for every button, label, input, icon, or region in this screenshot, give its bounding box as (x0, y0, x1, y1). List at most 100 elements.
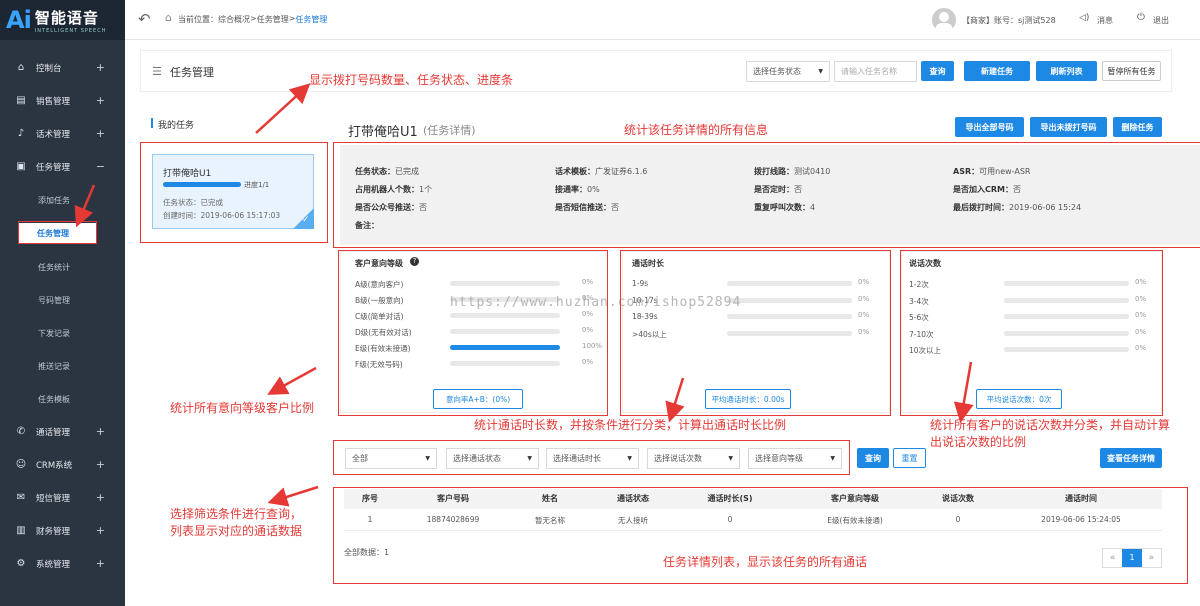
new-task-button[interactable]: 新建任务 (964, 61, 1030, 81)
sidebar-item-crm[interactable]: ☺ CRM系统 + (0, 448, 125, 481)
view-task-detail-button[interactable]: 查看任务详情 (1100, 448, 1162, 468)
home-icon: ⌂ (165, 11, 172, 24)
breadcrumb-sep: > (288, 14, 296, 23)
sidebar-item-calls[interactable]: ✆ 通话管理 + (0, 415, 125, 448)
wallet-icon: ▥ (16, 525, 26, 536)
arrow-1 (255, 83, 311, 134)
detail-title: 打带俺哈U1 (348, 125, 418, 140)
expand-icon: + (95, 425, 105, 438)
sidebar-item-finance[interactable]: ▥ 财务管理 + (0, 514, 125, 547)
sidebar-item-scripts[interactable]: ♪ 话术管理 + (0, 117, 125, 150)
breadcrumb-prefix: 当前位置： (178, 15, 218, 24)
logo-mark: Ai (6, 6, 32, 34)
arrow-6 (267, 485, 319, 507)
expand-icon: + (95, 61, 105, 74)
refresh-list-button[interactable]: 刷新列表 (1036, 61, 1097, 81)
heading-accent (151, 118, 153, 128)
annotation-5b: 出说话次数的比例 (930, 435, 1027, 449)
delete-task-button[interactable]: 删除任务 (1113, 117, 1162, 137)
gear-icon: ⚙ (16, 558, 26, 569)
annotation-1: 显示拨打号码数量、任务状态、进度条 (309, 73, 514, 87)
power-icon: ⏻ (1137, 12, 1145, 23)
arrow-3 (267, 366, 317, 395)
account-label[interactable]: 【商家】账号：sj测试528 (962, 15, 1056, 26)
task-name-input[interactable]: 请输入任务名称 (834, 61, 917, 82)
annotation-6a: 选择筛选条件进行查询， (170, 507, 303, 521)
task-icon: ▣ (16, 161, 26, 172)
sidebar-item-label: 控制台 (36, 63, 62, 74)
sidebar-sub-number-manage[interactable]: 号码管理 (38, 295, 70, 306)
messages-link[interactable]: 消息 (1097, 15, 1113, 26)
sidebar-item-label: 任务管理 (36, 162, 71, 173)
expand-icon: + (95, 557, 105, 570)
avatar[interactable] (932, 8, 956, 32)
breadcrumb-overview[interactable]: 综合概况 (218, 14, 250, 25)
logo[interactable]: Ai 智能语音 INTELLIGENT SPEECH (0, 0, 125, 40)
export-undialed-button[interactable]: 导出未拨打号码 (1030, 117, 1107, 137)
back-icon[interactable]: ↶ (138, 10, 151, 28)
sidebar-item-console[interactable]: ⌂ 控制台 + (0, 51, 125, 84)
sidebar-item-label: 财务管理 (36, 526, 71, 537)
logo-name: 智能语音 (34, 8, 99, 27)
task-status-select-value: 选择任务状态 (753, 67, 801, 76)
sidebar-item-label: 系统管理 (36, 559, 71, 570)
collapse-icon: − (95, 160, 105, 173)
annotation-box-tasks (140, 142, 328, 243)
query-button[interactable]: 查询 (921, 61, 954, 81)
sidebar-item-label: 通话管理 (36, 427, 71, 438)
annotation-box-intent (338, 250, 608, 416)
sidebar-item-tasks[interactable]: ▣ 任务管理 − (0, 150, 125, 183)
export-all-button[interactable]: 导出全部号码 (955, 117, 1024, 137)
detail-subtitle: (任务详情) (423, 124, 476, 137)
annotation-4: 统计通话时长数，并按条件进行分类，计算出通话时长比例 (474, 418, 787, 432)
annotation-3: 统计所有意向等级客户比例 (170, 401, 315, 415)
annotation-2: 统计该任务详情的所有信息 (624, 123, 769, 137)
page-title: 任务管理 (170, 66, 214, 79)
home-icon: ⌂ (17, 62, 25, 73)
sidebar-sub-add-task[interactable]: 添加任务 (38, 195, 70, 206)
filter-query-button[interactable]: 查询 (857, 448, 889, 468)
annotation-6b: 列表显示对应的通话数据 (170, 524, 303, 538)
logout-link[interactable]: 退出 (1153, 15, 1169, 26)
expand-icon: + (95, 524, 105, 537)
annotation-box-talks (900, 250, 1163, 416)
annotation-5a: 统计所有客户的说话次数并分类，并自动计算 (930, 418, 1171, 432)
annotation-7: 任务详情列表，显示该任务的所有通话 (663, 555, 868, 569)
breadcrumb-tasks[interactable]: 任务管理 (257, 14, 289, 25)
sidebar-item-label: 销售管理 (36, 96, 71, 107)
clipboard-icon: ▤ (16, 95, 26, 106)
chevron-down-icon: ▼ (818, 68, 823, 75)
sidebar-item-sales[interactable]: ▤ 销售管理 + (0, 84, 125, 117)
sidebar-sub-task-stats[interactable]: 任务统计 (38, 262, 70, 273)
breadcrumb-current: 任务管理 (295, 15, 328, 24)
expand-icon: + (95, 491, 105, 504)
my-tasks-heading: 我的任务 (158, 121, 195, 131)
breadcrumb: 当前位置： 综合概况 > 任务管理 > 任务管理 (178, 14, 327, 25)
users-icon: ☺ (15, 459, 27, 470)
sidebar-item-label: 短信管理 (36, 493, 71, 504)
phone-icon: ✆ (16, 426, 26, 437)
expand-icon: + (95, 458, 105, 471)
annotation-box-menu (18, 221, 97, 244)
sidebar-item-system[interactable]: ⚙ 系统管理 + (0, 547, 125, 580)
annotation-box-filters (333, 440, 850, 475)
logo-sub: INTELLIGENT SPEECH (34, 27, 107, 34)
sidebar-item-label: 话术管理 (36, 129, 71, 140)
expand-icon: + (95, 94, 105, 107)
sidebar-item-sms[interactable]: ✉ 短信管理 + (0, 481, 125, 514)
sidebar-sub-task-template[interactable]: 任务模板 (38, 394, 70, 405)
expand-icon: + (95, 127, 105, 140)
breadcrumb-sep: > (250, 14, 257, 23)
sidebar-item-label: CRM系统 (36, 460, 73, 471)
sidebar-sub-push-log[interactable]: 推送记录 (38, 361, 70, 372)
filter-reset-button[interactable]: 重置 (893, 448, 926, 468)
sidebar-sub-dispatch-log[interactable]: 下发记录 (38, 328, 70, 339)
pause-all-button[interactable]: 暂停所有任务 (1102, 61, 1161, 81)
microphone-icon: ♪ (17, 128, 25, 139)
annotation-box-duration (620, 250, 891, 416)
annotation-box-info (333, 142, 1200, 248)
list-icon: ☰ (152, 65, 162, 78)
envelope-icon: ✉ (16, 492, 26, 503)
task-status-select[interactable]: 选择任务状态 ▼ (746, 61, 830, 82)
speaker-icon: ◁) (1079, 13, 1090, 23)
